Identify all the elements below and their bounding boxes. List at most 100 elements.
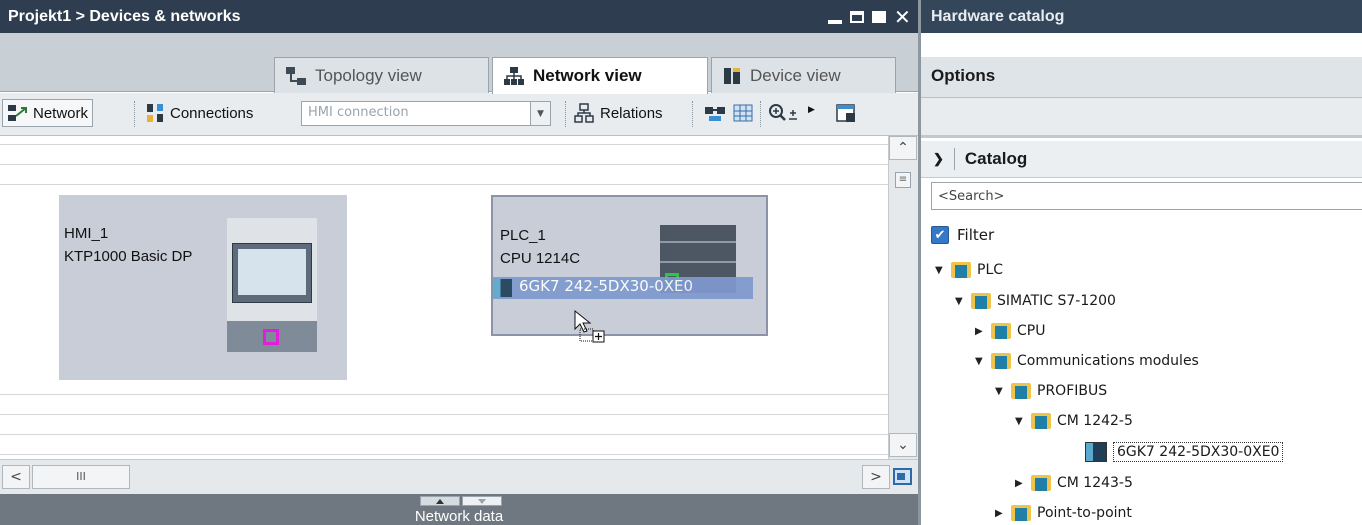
collapse-down-icon[interactable] (462, 496, 502, 506)
dragged-module-label: 6GK7 242-5DX30-0XE0 (519, 277, 694, 295)
scroll-down-icon[interactable]: ⌄ (889, 433, 917, 457)
tab-label: Device view (750, 65, 841, 85)
tree-item-6gk7-242-5dx30-0xe0[interactable]: 6GK7 242-5DX30-0XE0 (1085, 441, 1284, 463)
connection-type-value: HMI connection (308, 105, 409, 120)
close-icon[interactable]: ✕ (894, 7, 911, 27)
expand-arrow-icon[interactable]: ▼ (975, 356, 985, 367)
maximize-icon[interactable] (872, 10, 886, 23)
folder-icon (1011, 505, 1031, 521)
filter-label: Filter (957, 226, 995, 244)
folder-icon (1031, 475, 1051, 491)
folder-icon (951, 262, 971, 278)
grid-icon (733, 104, 753, 122)
plc-device[interactable]: PLC_1 CPU 1214C 6GK7 242-5DX30-0XE0 (491, 195, 768, 343)
minimize-icon[interactable] (828, 19, 842, 24)
expand-arrow-icon[interactable]: ▶ (1015, 478, 1025, 489)
vertical-scrollbar[interactable]: ⌃ ≡ ⌄ (888, 136, 918, 459)
tree-label: PROFIBUS (1037, 383, 1108, 399)
tab-network-view[interactable]: Network view (492, 57, 708, 94)
network-icon (504, 67, 524, 85)
checkbox-checked-icon[interactable]: ✔ (931, 226, 949, 244)
tree-item-cm-1243-5[interactable]: ▶ CM 1243-5 (1015, 472, 1133, 494)
panel-title-bar: Projekt1 > Devices & networks (0, 0, 918, 33)
hmi-device[interactable]: HMI_1 KTP1000 Basic DP (59, 195, 347, 380)
tab-strip (0, 33, 918, 57)
tab-topology-view[interactable]: Topology view (274, 57, 489, 93)
toolbar-separator (134, 101, 135, 127)
drag-cursor-icon (573, 309, 607, 347)
tab-label: Network view (533, 66, 642, 85)
horizontal-scroll-thumb[interactable]: III (32, 465, 130, 489)
network-overview-icon (705, 107, 725, 121)
filter-checkbox[interactable]: ✔ Filter (931, 225, 994, 245)
device-icon (724, 67, 740, 84)
hmi-screen (238, 249, 306, 295)
scroll-right-icon[interactable]: > (862, 465, 890, 489)
tab-device-view[interactable]: Device view (711, 57, 896, 93)
folder-icon (1011, 383, 1031, 399)
network-canvas[interactable]: HMI_1 KTP1000 Basic DP PLC_1 CPU 1214C 6… (0, 136, 888, 459)
connection-type-select[interactable]: HMI connection ▼ (301, 101, 551, 126)
folder-icon (1031, 413, 1051, 429)
canvas-gridline (0, 414, 888, 415)
save-layout-button[interactable] (836, 99, 856, 127)
expand-arrow-icon[interactable]: ▼ (995, 386, 1005, 397)
horizontal-scrollbar[interactable]: < III > (0, 459, 918, 494)
tree-item-simatic-s7-1200[interactable]: ▼ SIMATIC S7-1200 (955, 290, 1116, 312)
panel-title: Projekt1 > Devices & networks (8, 7, 241, 25)
tree-item-communications-modules[interactable]: ▼ Communications modules (975, 350, 1199, 372)
profibus-interface-port[interactable] (263, 329, 279, 345)
expand-arrow-icon[interactable]: ▼ (1015, 416, 1025, 427)
plc-name: PLC_1 (500, 227, 546, 244)
overview-button[interactable] (704, 99, 726, 127)
tree-item-cpu[interactable]: ▶ CPU (975, 320, 1045, 342)
plc-type: CPU 1214C (500, 250, 581, 267)
zoom-button[interactable] (768, 99, 802, 127)
hmi-screen-frame (232, 243, 312, 303)
dragged-module[interactable]: 6GK7 242-5DX30-0XE0 (493, 277, 753, 299)
folder-icon (971, 293, 991, 309)
navigation-overview-icon[interactable] (892, 467, 914, 487)
tree-label: CM 1243-5 (1057, 475, 1133, 491)
folder-icon (991, 353, 1011, 369)
catalog-search-input[interactable]: <Search> (931, 182, 1362, 210)
tree-item-profibus[interactable]: ▼ PROFIBUS (995, 380, 1107, 402)
tree-item-point-to-point[interactable]: ▶ Point-to-point (995, 502, 1132, 524)
grid-button[interactable] (733, 99, 753, 127)
canvas-gridline (0, 434, 888, 435)
scroll-thumb-grip: III (76, 470, 86, 483)
float-icon[interactable] (850, 10, 864, 23)
tree-label: Point-to-point (1037, 505, 1132, 521)
tree-item-cm-1242-5[interactable]: ▼ CM 1242-5 (1015, 410, 1133, 432)
toolbar-overflow-icon[interactable]: ▶ (808, 95, 815, 123)
chevron-down-icon[interactable]: ❯ (933, 151, 944, 167)
scroll-thumb-grip-icon[interactable]: ≡ (895, 172, 911, 188)
network-mode-button[interactable]: Network (2, 99, 94, 127)
tree-item-plc[interactable]: ▼ PLC (935, 259, 1003, 281)
catalog-header-label: Catalog (964, 149, 1028, 168)
tree-label: CPU (1017, 323, 1046, 339)
expand-arrow-icon[interactable]: ▼ (935, 265, 945, 276)
options-section-header[interactable]: Options (921, 57, 1362, 98)
network-data-bar[interactable]: Network data (0, 494, 918, 525)
scroll-left-icon[interactable]: < (2, 465, 30, 489)
expand-arrow-icon[interactable]: ▼ (955, 296, 965, 307)
chevron-down-icon[interactable]: ▼ (530, 102, 550, 125)
header-divider (953, 148, 955, 170)
network-data-label: Network data (414, 508, 504, 525)
canvas-gridline (0, 454, 888, 455)
relations-button[interactable]: Relations (574, 99, 663, 127)
canvas-gridline (0, 144, 888, 145)
expand-arrow-icon[interactable]: ▶ (975, 326, 985, 337)
zoom-icon (769, 104, 797, 121)
connections-button[interactable]: Connections (146, 99, 253, 127)
catalog-section-header[interactable]: ❯ Catalog (921, 141, 1362, 178)
scroll-up-icon[interactable]: ⌃ (889, 136, 917, 160)
network-toolbar: Network Connections HMI connection ▼ Rel… (0, 93, 918, 136)
expand-up-icon[interactable] (420, 496, 460, 506)
catalog-title-bar: Hardware catalog (921, 0, 1362, 33)
expand-arrow-icon[interactable]: ▶ (995, 508, 1005, 519)
connections-icon (147, 104, 163, 122)
options-label: Options (931, 66, 996, 85)
toolbar-separator (565, 101, 566, 127)
